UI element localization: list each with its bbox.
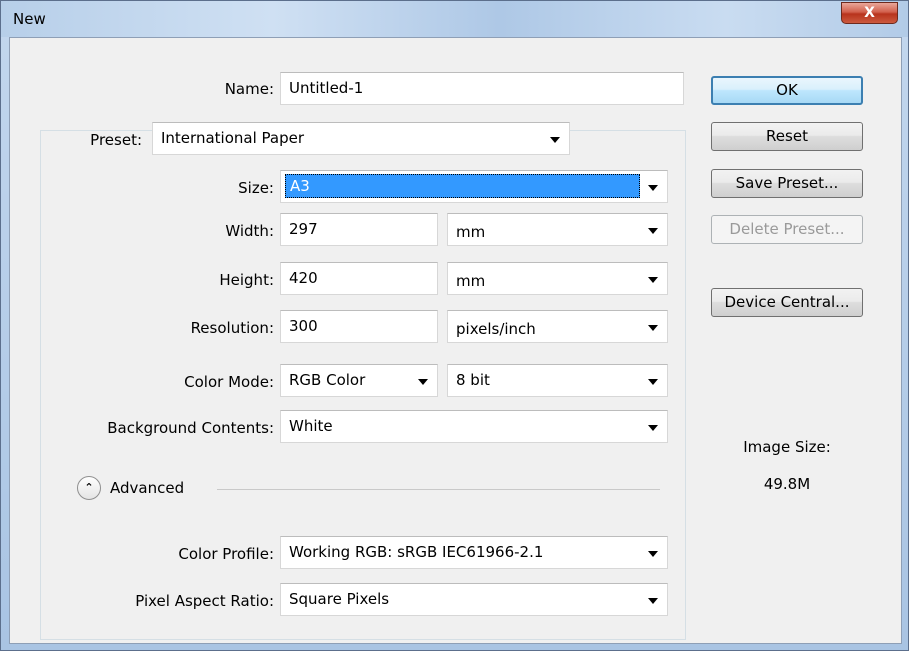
preset-group-frame-bottom <box>40 639 686 640</box>
color-profile-value: Working RGB: sRGB IEC61966-2.1 <box>289 543 544 561</box>
preset-value: International Paper <box>161 129 304 147</box>
height-label: Height: <box>219 271 274 289</box>
device-central-button[interactable]: Device Central... <box>711 288 863 317</box>
resolution-input[interactable]: 300 <box>280 310 438 343</box>
bit-depth-value: 8 bit <box>456 371 490 389</box>
new-document-dialog: New X Name: Untitled-1 Preset: Internati… <box>0 0 909 651</box>
color-profile-arrow-icon <box>648 551 658 557</box>
color-mode-label: Color Mode: <box>184 373 274 391</box>
resolution-unit-value: pixels/inch <box>456 320 536 338</box>
size-select[interactable]: A3 <box>280 170 668 203</box>
width-unit-arrow-icon <box>648 228 658 234</box>
width-unit-select[interactable]: mm <box>447 213 668 246</box>
delete-preset-button[interactable]: Delete Preset... <box>711 215 863 244</box>
pixel-aspect-ratio-arrow-icon <box>648 598 658 604</box>
preset-dropdown-arrow-icon <box>550 137 560 143</box>
width-label: Width: <box>225 222 274 240</box>
bit-depth-select[interactable]: 8 bit <box>447 364 668 397</box>
height-unit-select[interactable]: mm <box>447 262 668 295</box>
title-bar[interactable]: New X <box>1 1 908 37</box>
color-profile-label: Color Profile: <box>178 545 274 563</box>
pixel-aspect-ratio-value: Square Pixels <box>289 590 390 608</box>
background-contents-label: Background Contents: <box>107 419 274 437</box>
pixel-aspect-ratio-label: Pixel Aspect Ratio: <box>135 592 274 610</box>
pixel-aspect-ratio-select[interactable]: Square Pixels <box>280 583 668 616</box>
preset-select[interactable]: International Paper <box>152 122 570 155</box>
size-label: Size: <box>238 179 274 197</box>
name-input[interactable]: Untitled-1 <box>280 72 684 105</box>
dialog-body: Name: Untitled-1 Preset: International P… <box>9 37 902 644</box>
preset-label: Preset: <box>56 131 146 149</box>
resolution-unit-select[interactable]: pixels/inch <box>447 310 668 343</box>
background-contents-arrow-icon <box>648 425 658 431</box>
image-size-label: Image Size: <box>743 438 831 456</box>
advanced-divider <box>217 489 660 490</box>
resolution-unit-arrow-icon <box>648 325 658 331</box>
color-mode-value: RGB Color <box>289 371 366 389</box>
name-label-text: Name: <box>224 80 274 98</box>
width-unit-value: mm <box>456 223 486 241</box>
background-contents-select[interactable]: White <box>280 410 668 443</box>
ok-button[interactable]: OK <box>711 76 863 105</box>
color-mode-arrow-icon <box>418 379 428 385</box>
dialog-title: New <box>13 10 46 28</box>
chevron-up-double-icon: ⌃ <box>84 481 94 494</box>
color-mode-select[interactable]: RGB Color <box>280 364 438 397</box>
height-unit-arrow-icon <box>648 277 658 283</box>
bit-depth-arrow-icon <box>648 379 658 385</box>
resolution-label: Resolution: <box>190 319 274 337</box>
size-value: A3 <box>285 174 640 198</box>
width-input[interactable]: 297 <box>280 213 438 246</box>
size-dropdown-arrow-icon <box>648 185 658 191</box>
image-size-value: 49.8M <box>763 475 811 493</box>
close-button[interactable]: X <box>841 2 898 24</box>
height-unit-value: mm <box>456 272 486 290</box>
preset-group-frame-right <box>685 130 686 640</box>
reset-button[interactable]: Reset <box>711 122 863 151</box>
background-contents-value: White <box>289 417 333 435</box>
color-profile-select[interactable]: Working RGB: sRGB IEC61966-2.1 <box>280 536 668 569</box>
advanced-toggle-button[interactable]: ⌃ <box>77 476 101 500</box>
name-label: Name: <box>160 80 274 98</box>
save-preset-button[interactable]: Save Preset... <box>711 169 863 198</box>
height-input[interactable]: 420 <box>280 262 438 295</box>
advanced-label: Advanced <box>110 479 185 497</box>
